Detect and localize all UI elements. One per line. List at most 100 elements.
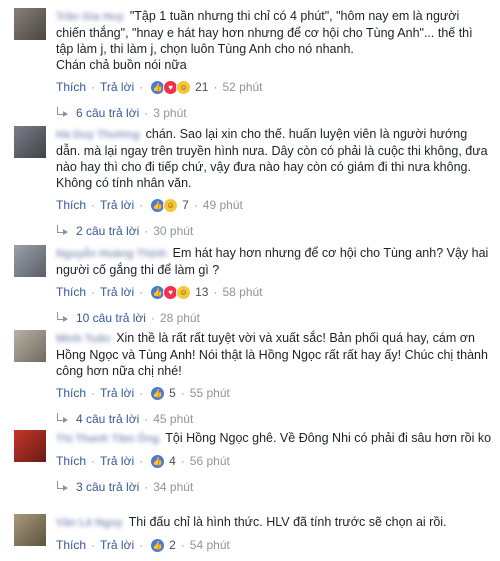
like-button[interactable]: Thích — [56, 537, 86, 553]
replies-count[interactable]: 4 câu trả lời — [76, 411, 139, 427]
avatar[interactable] — [14, 245, 46, 277]
comment-message: Tội Hồng Ngọc ghê. Về Đông Nhi có phải đ… — [165, 431, 492, 445]
separator-dot: · — [91, 538, 96, 552]
reaction-count: 2 — [169, 538, 176, 552]
reaction-count: 7 — [182, 198, 189, 212]
reply-button[interactable]: Trả lời — [100, 197, 134, 213]
comment-time[interactable]: 54 phút — [190, 537, 230, 553]
reply-button[interactable]: Trả lời — [100, 284, 134, 300]
laughing-face-icon: ☺ — [163, 197, 179, 213]
reply-button[interactable]: Trả lời — [100, 537, 134, 553]
comment-actions: Thích · Trả lời · 👍 5 · 55 phút — [56, 385, 492, 401]
separator-dot: · — [180, 386, 185, 400]
like-button[interactable]: Thích — [56, 385, 86, 401]
separator-dot: · — [91, 198, 96, 212]
reply-button[interactable]: Trả lời — [100, 453, 134, 469]
thumbs-up-icon: 👍 — [150, 453, 166, 469]
reaction-summary[interactable]: 👍 ♥ ☺ 21 — [150, 79, 208, 95]
reaction-count: 21 — [195, 80, 209, 94]
comment-message: Xin thề là rất rất tuyệt vời và xuất sắc… — [56, 331, 492, 378]
separator-dot: · — [144, 106, 149, 120]
separator-dot: · — [91, 285, 96, 299]
comment-text: Trần Gia Huy "Tập 1 tuần nhưng thi chỉ có… — [56, 8, 492, 73]
like-button[interactable]: Thích — [56, 197, 86, 213]
replies-link[interactable]: 4 câu trả lời · 45 phút — [56, 411, 492, 427]
separator-dot: · — [139, 80, 144, 94]
comment-body: Minh Tuấn Xin thề là rất rất tuyệt vời và… — [56, 330, 492, 427]
replies-count[interactable]: 2 câu trả lời — [76, 223, 139, 239]
reply-arrow-icon — [56, 312, 70, 324]
reply-button[interactable]: Trả lời — [100, 79, 134, 95]
separator-dot: · — [213, 285, 218, 299]
comment-time[interactable]: 52 phút — [222, 79, 262, 95]
comment-author[interactable]: Nguyễn Hoàng Thịnh — [56, 246, 167, 262]
reaction-count: 5 — [169, 386, 176, 400]
reply-arrow-icon — [56, 481, 70, 493]
separator-dot: · — [139, 454, 144, 468]
comment-message: Thi đấu chỉ là hình thức. HLV đã tính tr… — [128, 515, 447, 529]
comment-text: Văn Lê Nguy Thi đấu chỉ là hình thức. HLV… — [56, 514, 492, 531]
comment-text: Hà Duy Thường chán. Sao lại xin cho thế. … — [56, 126, 492, 191]
comment-author[interactable]: Văn Lê Nguy — [56, 515, 123, 531]
avatar[interactable] — [14, 430, 46, 462]
comment-author[interactable]: Hà Duy Thường — [56, 127, 140, 143]
reply-arrow-icon — [56, 225, 70, 237]
separator-dot: · — [91, 386, 96, 400]
separator-dot: · — [91, 80, 96, 94]
comment-actions: Thích · Trả lời · 👍 2 · 54 phút — [56, 537, 492, 553]
like-button[interactable]: Thích — [56, 453, 86, 469]
reaction-summary[interactable]: 👍 4 — [150, 453, 176, 469]
avatar[interactable] — [14, 330, 46, 362]
reaction-summary[interactable]: 👍 2 — [150, 537, 176, 553]
comment-time[interactable]: 49 phút — [203, 197, 243, 213]
like-button[interactable]: Thích — [56, 79, 86, 95]
reply-button[interactable]: Trả lời — [100, 385, 134, 401]
separator-dot: · — [91, 454, 96, 468]
replies-count[interactable]: 6 câu trả lời — [76, 105, 139, 121]
reaction-summary[interactable]: 👍 ☺ 7 — [150, 197, 189, 213]
like-button[interactable]: Thích — [56, 284, 86, 300]
comment-body: Văn Lê Nguy Thi đấu chỉ là hình thức. HLV… — [56, 514, 492, 553]
separator-dot: · — [180, 538, 185, 552]
comment-time[interactable]: 55 phút — [190, 385, 230, 401]
separator-dot: · — [139, 386, 144, 400]
comment-body: Trần Gia Huy "Tập 1 tuần nhưng thi chỉ có… — [56, 8, 492, 121]
separator-dot: · — [193, 198, 198, 212]
avatar[interactable] — [14, 126, 46, 158]
reaction-summary[interactable]: 👍 ♥ ☺ 13 — [150, 284, 208, 300]
separator-dot: · — [144, 480, 149, 494]
separator-dot: · — [144, 224, 149, 238]
replies-link[interactable]: 6 câu trả lời · 3 phút — [56, 105, 492, 121]
comment-author[interactable]: Minh Tuấn — [56, 331, 110, 347]
replies-time: 30 phút — [153, 224, 194, 238]
reaction-count: 13 — [195, 285, 209, 299]
replies-link[interactable]: 2 câu trả lời · 30 phút — [56, 223, 492, 239]
comment-actions: Thích · Trả lời · 👍 ☺ 7 · 49 phút — [56, 197, 492, 213]
reply-arrow-icon — [56, 413, 70, 425]
comment-time[interactable]: 58 phút — [222, 284, 262, 300]
replies-time: 3 phút — [153, 106, 187, 120]
comment-time[interactable]: 56 phút — [190, 453, 230, 469]
reply-arrow-icon — [56, 107, 70, 119]
comment-text: Thị Thanh Tâm Ông Tội Hồng Ngọc ghê. Về Đ… — [56, 430, 492, 447]
thumbs-up-icon: 👍 — [150, 385, 166, 401]
separator-dot: · — [213, 80, 218, 94]
replies-link[interactable]: 3 câu trả lời · 34 phút — [56, 479, 492, 495]
replies-count[interactable]: 10 câu trả lời — [76, 310, 146, 326]
comment-body: Thị Thanh Tâm Ông Tội Hồng Ngọc ghê. Về Đ… — [56, 430, 492, 495]
replies-count[interactable]: 3 câu trả lời — [76, 479, 139, 495]
separator-dot: · — [139, 198, 144, 212]
reaction-count: 4 — [169, 454, 176, 468]
replies-link[interactable]: 10 câu trả lời · 28 phút — [56, 310, 492, 326]
replies-time: 34 phút — [153, 480, 194, 494]
comment-actions: Thích · Trả lời · 👍 4 · 56 phút — [56, 453, 492, 469]
laughing-face-icon: ☺ — [176, 284, 192, 300]
reaction-summary[interactable]: 👍 5 — [150, 385, 176, 401]
laughing-face-icon: ☺ — [176, 79, 192, 95]
comment-text: Nguyễn Hoàng Thịnh Em hát hay hơn nhưng đ… — [56, 245, 492, 278]
comment-author[interactable]: Trần Gia Huy — [56, 9, 124, 25]
comment-feed: Trần Gia Huy "Tập 1 tuần nhưng thi chỉ có… — [0, 0, 500, 561]
avatar[interactable] — [14, 514, 46, 546]
comment-author[interactable]: Thị Thanh Tâm Ông — [56, 431, 159, 447]
avatar[interactable] — [14, 8, 46, 40]
